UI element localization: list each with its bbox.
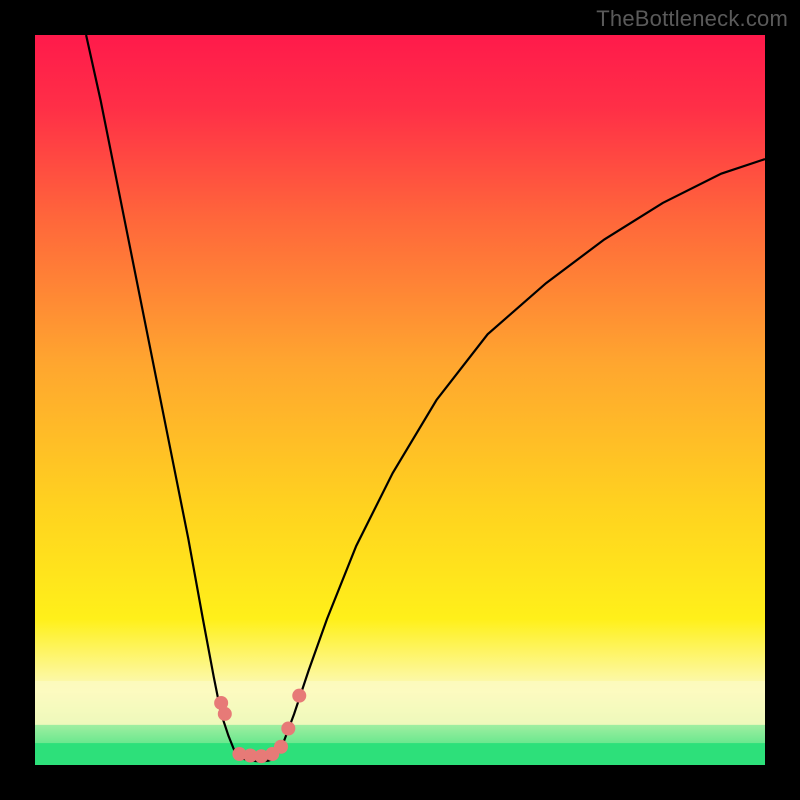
green-band [35,743,765,765]
scatter-dot [218,707,232,721]
bottleneck-chart [35,35,765,765]
scatter-dot [292,689,306,703]
watermark-text: TheBottleneck.com [596,6,788,32]
plot-area [35,35,765,765]
scatter-dot [274,740,288,754]
scatter-dot [281,722,295,736]
gradient-background [35,35,765,765]
yellow-band [35,681,765,725]
chart-frame: TheBottleneck.com [0,0,800,800]
